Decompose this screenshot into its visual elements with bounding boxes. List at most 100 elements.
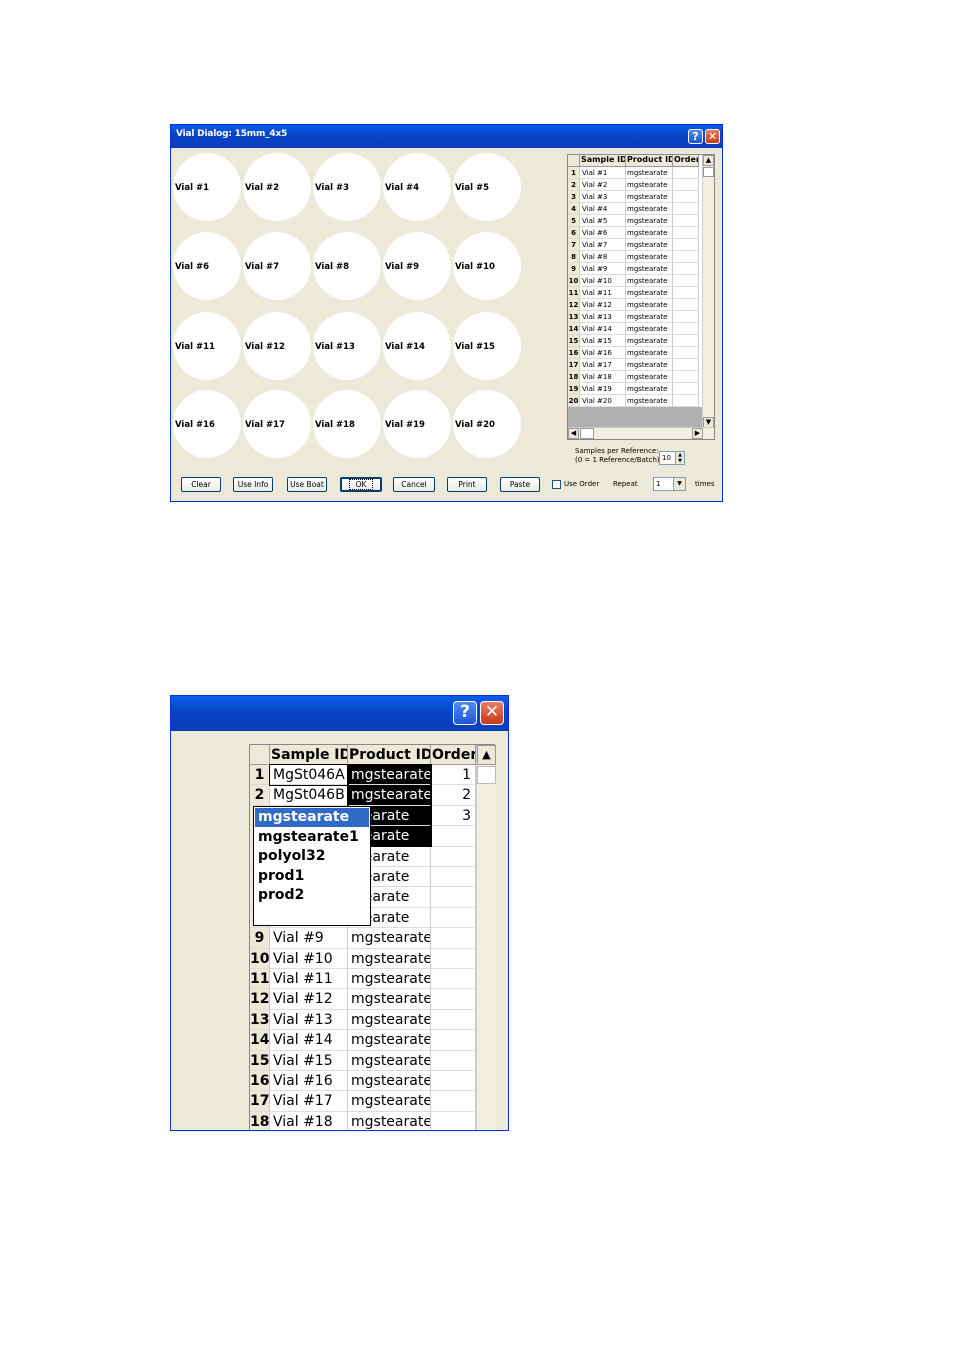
sample-id-cell[interactable]: Vial #18 (580, 371, 626, 383)
use-boat-button[interactable]: Use Boat (287, 477, 327, 492)
product-id-cell[interactable]: mgstearate (626, 215, 673, 227)
scroll-right-icon[interactable]: ▶ (692, 428, 703, 439)
product-id-cell[interactable]: mgstearate (626, 347, 673, 359)
sample-id-cell[interactable]: Vial #12 (270, 989, 348, 1010)
product-id-cell[interactable]: mgstearate (626, 251, 673, 263)
order-cell[interactable] (673, 383, 699, 395)
sample-id-cell[interactable]: Vial #11 (580, 287, 626, 299)
scroll-up-icon[interactable]: ▲ (703, 155, 714, 166)
sample-id-cell[interactable]: Vial #15 (580, 335, 626, 347)
table-row[interactable]: 5 Vial #5 mgstearate (568, 215, 704, 227)
table-row[interactable]: 1 Vial #1 mgstearate (568, 167, 704, 179)
product-id-cell[interactable]: mgstearate (348, 1030, 431, 1051)
sample-id-cell[interactable]: Vial #16 (580, 347, 626, 359)
order-cell[interactable] (673, 167, 699, 179)
order-cell[interactable] (673, 359, 699, 371)
order-cell[interactable] (431, 887, 476, 908)
table-row[interactable]: 9 Vial #9 mgstearate (250, 928, 476, 949)
product-id-cell[interactable]: mgstearate (626, 227, 673, 239)
order-cell[interactable] (673, 299, 699, 311)
order-cell[interactable] (431, 969, 476, 990)
scroll-left-icon[interactable]: ◀ (568, 428, 579, 439)
product-id-cell[interactable]: mgstearate (348, 765, 431, 786)
product-dropdown-list[interactable]: mgstearate mgstearate1 polyol32 prod1 prod2 (253, 806, 371, 926)
column-header-order[interactable]: Order (673, 155, 699, 167)
dropdown-option[interactable]: prod2 (255, 886, 369, 905)
dropdown-option[interactable]: prod1 (255, 867, 369, 886)
order-cell[interactable] (673, 263, 699, 275)
help-button-zoom[interactable]: ? (453, 701, 477, 725)
product-id-cell[interactable]: mgstearate (626, 323, 673, 335)
sample-id-cell[interactable]: Vial #7 (580, 239, 626, 251)
order-cell[interactable] (673, 275, 699, 287)
grid-vertical-scrollbar-zoom[interactable]: ▲ (476, 745, 496, 1130)
sample-id-cell[interactable]: MgSt046A (270, 765, 348, 786)
sample-id-cell[interactable]: Vial #17 (270, 1091, 348, 1112)
product-id-cell[interactable]: mgstearate (626, 311, 673, 323)
sample-id-cell[interactable]: Vial #4 (580, 203, 626, 215)
order-cell[interactable] (673, 311, 699, 323)
product-id-cell[interactable]: mgstearate (348, 989, 431, 1010)
sample-id-cell[interactable]: Vial #5 (580, 215, 626, 227)
product-id-cell[interactable]: mgstearate (626, 179, 673, 191)
order-cell[interactable] (431, 1111, 476, 1130)
product-id-cell[interactable]: mgstearate (626, 239, 673, 251)
spinner-arrows-icon[interactable]: ▲ ▼ (675, 452, 684, 464)
order-cell[interactable]: 3 (431, 805, 476, 827)
samples-per-reference-spinner[interactable]: 10 ▲ ▼ (659, 451, 685, 465)
table-row[interactable]: 10 Vial #10 mgstearate (568, 275, 704, 287)
product-id-cell[interactable]: mgstearate (626, 203, 673, 215)
order-cell[interactable] (431, 1071, 476, 1092)
cancel-button[interactable]: Cancel (393, 477, 435, 492)
sample-id-cell[interactable]: Vial #2 (580, 179, 626, 191)
scroll-thumb[interactable] (703, 167, 714, 177)
order-cell[interactable] (431, 928, 476, 949)
scroll-thumb-zoom[interactable] (477, 766, 496, 784)
sample-id-cell[interactable]: Vial #20 (580, 395, 626, 407)
product-id-cell[interactable]: mgstearate (626, 371, 673, 383)
sample-id-cell[interactable]: Vial #8 (580, 251, 626, 263)
order-cell[interactable] (673, 371, 699, 383)
product-id-cell[interactable]: mgstearate (348, 1009, 431, 1031)
order-cell[interactable] (673, 191, 699, 203)
table-row[interactable]: 14 Vial #14 mgstearate (250, 1030, 476, 1051)
dropdown-option[interactable]: mgstearate1 (255, 828, 369, 847)
column-header-sample-id[interactable]: Sample ID (580, 155, 626, 167)
order-cell[interactable] (673, 335, 699, 347)
product-id-cell[interactable]: mgstearate (348, 948, 431, 969)
table-row[interactable]: 11 Vial #11 mgstearate (568, 287, 704, 299)
order-cell[interactable] (431, 989, 476, 1010)
column-header-sample-id-zoom[interactable]: Sample ID (270, 745, 348, 765)
order-cell[interactable] (673, 395, 699, 407)
table-row[interactable]: 9 Vial #9 mgstearate (568, 263, 704, 275)
sample-id-cell[interactable]: Vial #9 (270, 928, 348, 949)
order-cell[interactable]: 2 (431, 785, 476, 806)
table-row[interactable]: 6 Vial #6 mgstearate (568, 227, 704, 239)
hscroll-thumb[interactable] (580, 428, 594, 439)
sample-id-cell[interactable]: Vial #10 (580, 275, 626, 287)
table-row[interactable]: 12 Vial #12 mgstearate (568, 299, 704, 311)
table-row[interactable]: 1 MgSt046A mgstearate 1 (250, 765, 476, 786)
sample-id-cell[interactable]: Vial #14 (270, 1030, 348, 1051)
table-row[interactable]: 13 Vial #13 mgstearate (568, 311, 704, 323)
order-cell[interactable] (431, 948, 476, 969)
sample-id-cell[interactable]: Vial #14 (580, 323, 626, 335)
scroll-up-icon-zoom[interactable]: ▲ (477, 745, 496, 765)
table-row[interactable]: 15 Vial #15 mgstearate (568, 335, 704, 347)
order-cell[interactable] (431, 846, 476, 867)
sample-id-cell[interactable]: Vial #13 (270, 1009, 348, 1031)
order-cell[interactable] (431, 1050, 476, 1071)
sample-id-cell[interactable]: Vial #15 (270, 1050, 348, 1071)
table-row[interactable]: 18 Vial #18 mgstearate (568, 371, 704, 383)
use-order-checkbox[interactable] (552, 480, 561, 489)
table-row[interactable]: 4 Vial #4 mgstearate (568, 203, 704, 215)
order-cell[interactable] (673, 347, 699, 359)
order-cell[interactable] (431, 867, 476, 888)
sample-id-cell[interactable]: Vial #9 (580, 263, 626, 275)
product-id-cell[interactable]: mgstearate (626, 359, 673, 371)
table-row[interactable]: 11 Vial #11 mgstearate (250, 969, 476, 990)
product-id-cell[interactable]: mgstearate (626, 263, 673, 275)
order-cell[interactable] (431, 826, 476, 847)
sample-id-cell[interactable]: Vial #12 (580, 299, 626, 311)
product-id-cell[interactable]: mgstearate (348, 1091, 431, 1112)
